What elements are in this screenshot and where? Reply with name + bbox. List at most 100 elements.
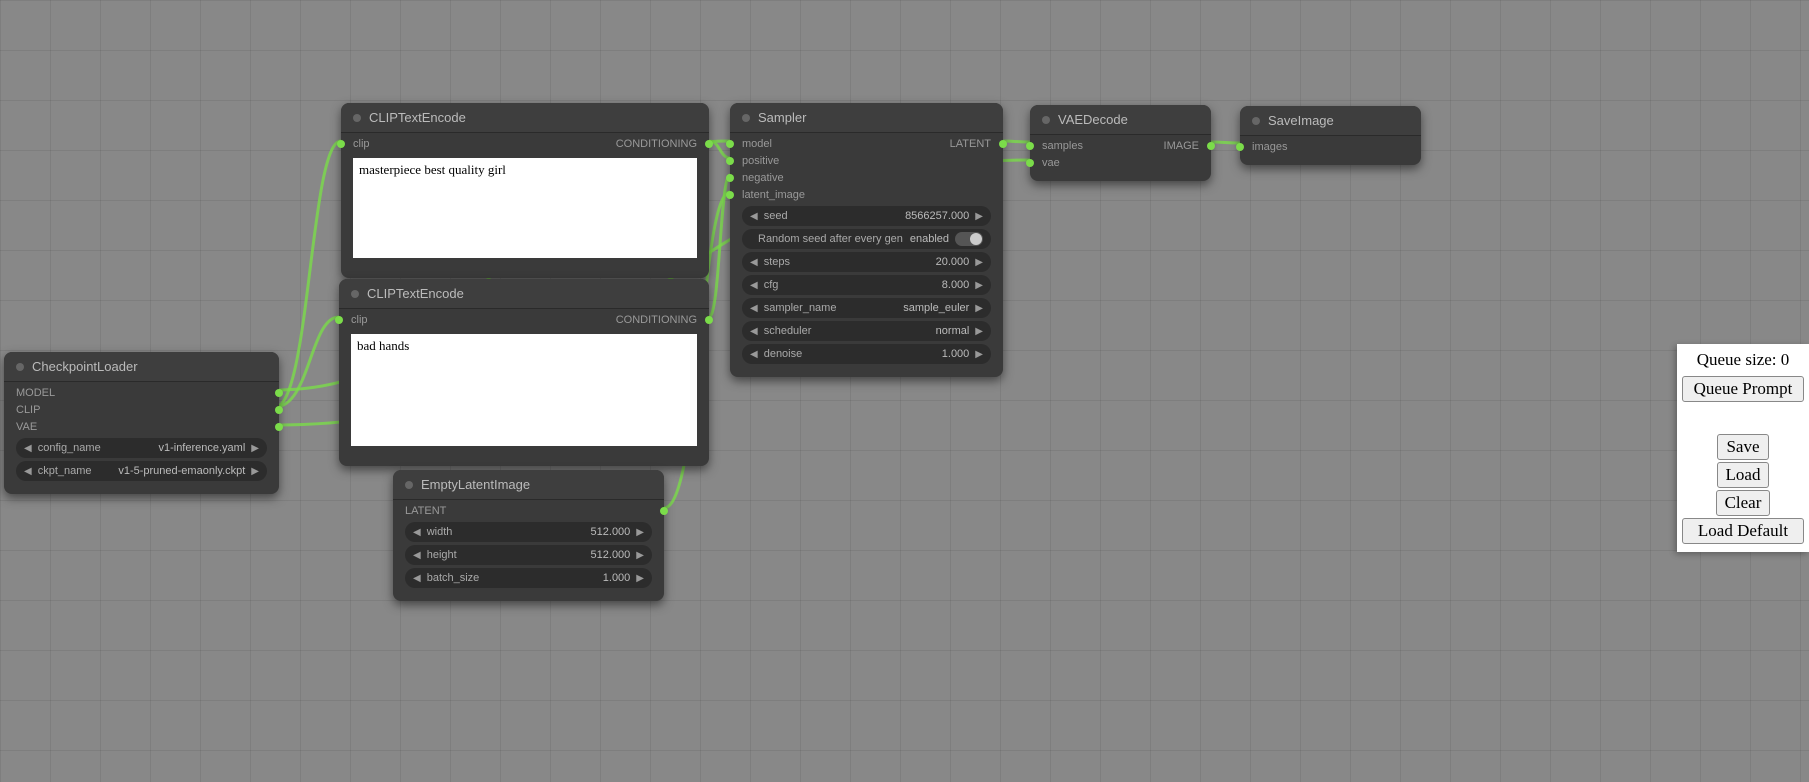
- arrow-right-icon[interactable]: ▶: [634, 550, 646, 561]
- node-checkpoint-loader[interactable]: CheckpointLoader MODEL CLIP VAE ◀ config…: [4, 352, 279, 494]
- collapse-dot-icon[interactable]: [1042, 116, 1050, 124]
- input-port-clip[interactable]: [337, 140, 345, 148]
- arrow-right-icon[interactable]: ▶: [973, 211, 985, 222]
- arrow-right-icon[interactable]: ▶: [249, 443, 261, 454]
- side-panel: Queue size: 0 Queue Prompt Save Load Cle…: [1677, 344, 1809, 552]
- input-port-latent-image[interactable]: [726, 191, 734, 199]
- output-port-latent[interactable]: [999, 140, 1007, 148]
- node-save-image[interactable]: SaveImage images: [1240, 106, 1421, 165]
- seed-widget[interactable]: ◀ seed 8566257.000 ▶: [742, 206, 991, 226]
- title-text: EmptyLatentImage: [421, 477, 530, 492]
- ckpt-name-widget[interactable]: ◀ ckpt_name v1-5-pruned-emaonly.ckpt ▶: [16, 461, 267, 481]
- node-clip-text-encode-positive[interactable]: CLIPTextEncode clip CONDITIONING masterp…: [341, 103, 709, 278]
- output-port-vae[interactable]: [275, 423, 283, 431]
- denoise-widget[interactable]: ◀ denoise 1.000 ▶: [742, 344, 991, 364]
- input-label: positive: [742, 155, 779, 167]
- title-text: CheckpointLoader: [32, 359, 138, 374]
- collapse-dot-icon[interactable]: [1252, 117, 1260, 125]
- config-name-widget[interactable]: ◀ config_name v1-inference.yaml ▶: [16, 438, 267, 458]
- collapse-dot-icon[interactable]: [16, 363, 24, 371]
- input-port-images[interactable]: [1236, 143, 1244, 151]
- output-port-conditioning[interactable]: [705, 140, 713, 148]
- node-title[interactable]: CheckpointLoader: [4, 352, 279, 382]
- random-seed-toggle[interactable]: Random seed after every gen enabled: [742, 229, 991, 249]
- output-label: CONDITIONING: [616, 138, 697, 150]
- arrow-right-icon[interactable]: ▶: [973, 257, 985, 268]
- input-port-clip[interactable]: [335, 316, 343, 324]
- output-port-image[interactable]: [1207, 142, 1215, 150]
- input-port-vae[interactable]: [1026, 159, 1034, 167]
- node-title[interactable]: EmptyLatentImage: [393, 470, 664, 500]
- node-title[interactable]: CLIPTextEncode: [339, 279, 709, 309]
- arrow-right-icon[interactable]: ▶: [973, 280, 985, 291]
- width-widget[interactable]: ◀ width 512.000 ▶: [405, 522, 652, 542]
- input-port-negative[interactable]: [726, 174, 734, 182]
- queue-size-label: Queue size: 0: [1681, 348, 1805, 374]
- sampler-name-widget[interactable]: ◀ sampler_name sample_euler ▶: [742, 298, 991, 318]
- node-title[interactable]: VAEDecode: [1030, 105, 1211, 135]
- arrow-left-icon[interactable]: ◀: [22, 443, 34, 454]
- arrow-left-icon[interactable]: ◀: [411, 550, 423, 561]
- title-text: CLIPTextEncode: [369, 110, 466, 125]
- clear-button[interactable]: Clear: [1716, 490, 1771, 516]
- arrow-left-icon[interactable]: ◀: [748, 280, 760, 291]
- input-port-samples[interactable]: [1026, 142, 1034, 150]
- input-label: negative: [742, 172, 784, 184]
- output-label: VAE: [16, 421, 37, 433]
- toggle-knob-icon: [970, 233, 982, 245]
- arrow-right-icon[interactable]: ▶: [973, 303, 985, 314]
- output-label: LATENT: [950, 138, 991, 150]
- arrow-right-icon[interactable]: ▶: [634, 527, 646, 538]
- input-label: clip: [351, 314, 368, 326]
- output-port-conditioning[interactable]: [705, 316, 713, 324]
- input-label: latent_image: [742, 189, 805, 201]
- arrow-left-icon[interactable]: ◀: [748, 257, 760, 268]
- scheduler-widget[interactable]: ◀ scheduler normal ▶: [742, 321, 991, 341]
- input-label: vae: [1042, 157, 1060, 169]
- arrow-right-icon[interactable]: ▶: [973, 326, 985, 337]
- cfg-widget[interactable]: ◀ cfg 8.000 ▶: [742, 275, 991, 295]
- arrow-left-icon[interactable]: ◀: [748, 326, 760, 337]
- batch-size-widget[interactable]: ◀ batch_size 1.000 ▶: [405, 568, 652, 588]
- collapse-dot-icon[interactable]: [742, 114, 750, 122]
- arrow-left-icon[interactable]: ◀: [748, 303, 760, 314]
- collapse-dot-icon[interactable]: [353, 114, 361, 122]
- arrow-right-icon[interactable]: ▶: [973, 349, 985, 360]
- output-label: IMAGE: [1164, 140, 1199, 152]
- collapse-dot-icon[interactable]: [351, 290, 359, 298]
- arrow-left-icon[interactable]: ◀: [22, 466, 34, 477]
- node-title[interactable]: CLIPTextEncode: [341, 103, 709, 133]
- arrow-right-icon[interactable]: ▶: [249, 466, 261, 477]
- toggle-pill[interactable]: [955, 232, 983, 246]
- queue-prompt-button[interactable]: Queue Prompt: [1682, 376, 1804, 402]
- input-port-positive[interactable]: [726, 157, 734, 165]
- input-port-model[interactable]: [726, 140, 734, 148]
- steps-widget[interactable]: ◀ steps 20.000 ▶: [742, 252, 991, 272]
- input-label: model: [742, 138, 772, 150]
- output-port-model[interactable]: [275, 389, 283, 397]
- height-widget[interactable]: ◀ height 512.000 ▶: [405, 545, 652, 565]
- node-title[interactable]: Sampler: [730, 103, 1003, 133]
- load-default-button[interactable]: Load Default: [1682, 518, 1804, 544]
- arrow-left-icon[interactable]: ◀: [411, 527, 423, 538]
- arrow-left-icon[interactable]: ◀: [411, 573, 423, 584]
- arrow-right-icon[interactable]: ▶: [634, 573, 646, 584]
- node-clip-text-encode-negative[interactable]: CLIPTextEncode clip CONDITIONING bad han…: [339, 279, 709, 466]
- load-button[interactable]: Load: [1717, 462, 1770, 488]
- collapse-dot-icon[interactable]: [405, 481, 413, 489]
- title-text: CLIPTextEncode: [367, 286, 464, 301]
- title-text: Sampler: [758, 110, 806, 125]
- node-title[interactable]: SaveImage: [1240, 106, 1421, 136]
- output-label: MODEL: [16, 387, 55, 399]
- node-vae-decode[interactable]: VAEDecode samples IMAGE vae: [1030, 105, 1211, 181]
- output-port-clip[interactable]: [275, 406, 283, 414]
- save-button[interactable]: Save: [1717, 434, 1768, 460]
- node-sampler[interactable]: Sampler model LATENT positive negative l…: [730, 103, 1003, 377]
- arrow-left-icon[interactable]: ◀: [748, 349, 760, 360]
- arrow-left-icon[interactable]: ◀: [748, 211, 760, 222]
- output-port-latent[interactable]: [660, 507, 668, 515]
- title-text: SaveImage: [1268, 113, 1334, 128]
- prompt-textarea[interactable]: bad hands: [351, 334, 697, 446]
- node-empty-latent-image[interactable]: EmptyLatentImage LATENT ◀ width 512.000 …: [393, 470, 664, 601]
- prompt-textarea[interactable]: masterpiece best quality girl: [353, 158, 697, 258]
